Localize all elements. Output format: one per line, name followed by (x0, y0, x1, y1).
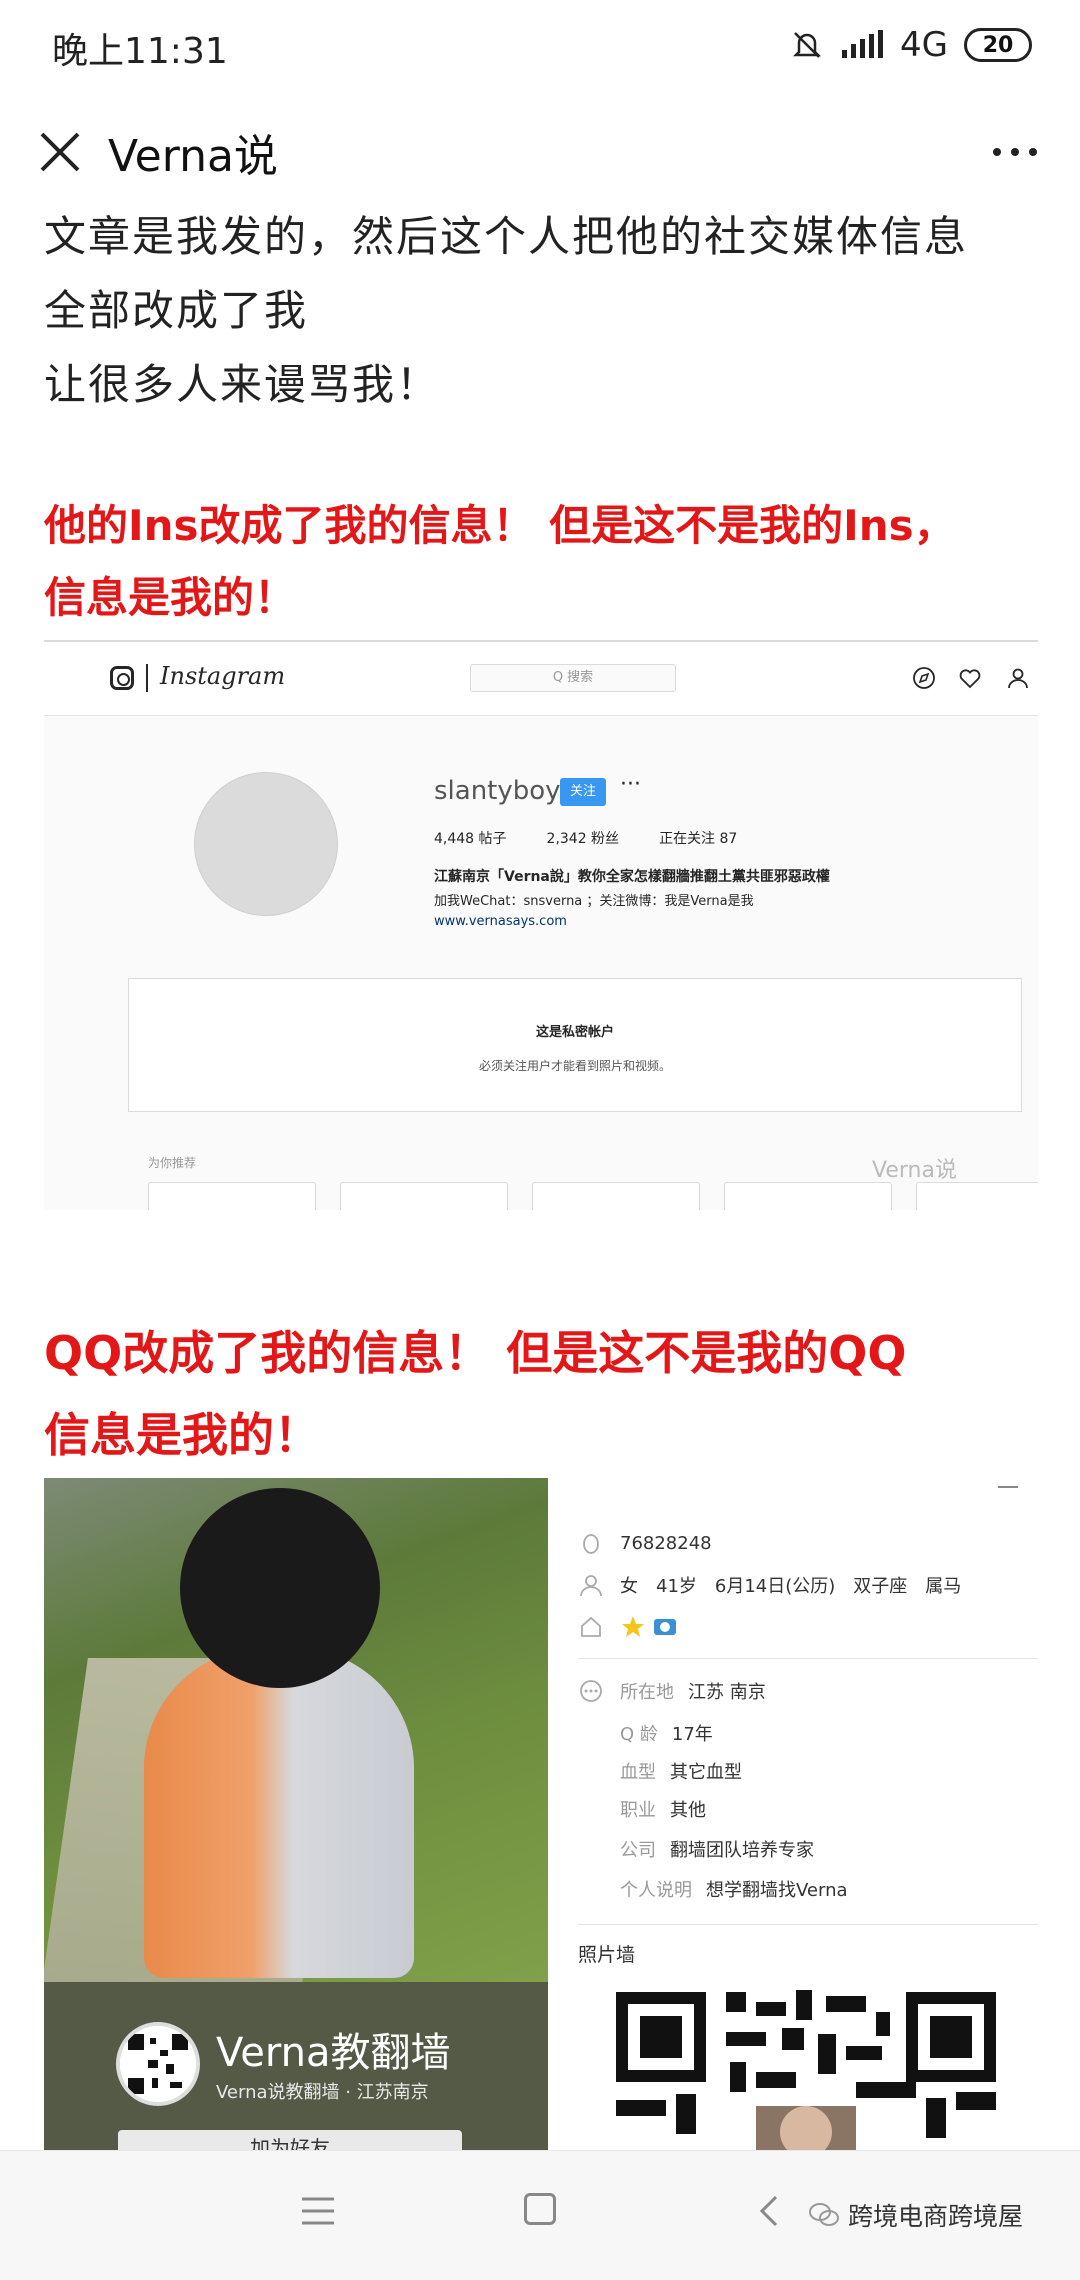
ig-more-icon: ··· (620, 772, 641, 797)
qq-heading-line: QQ改成了我的信息！ 但是这不是我的QQ (44, 1326, 907, 1380)
article-paragraph-line: 文章是我发的，然后这个人把他的社交媒体信息 (44, 212, 969, 261)
ig-suggest-label: 为你推荐 (148, 1156, 197, 1170)
job-value: 其他 (670, 1800, 706, 1821)
house-icon (581, 1616, 601, 1637)
ig-followers-count: 2,342 粉丝 (546, 831, 620, 847)
ig-username: slantyboy (434, 776, 561, 806)
qq-heading-line: 信息是我的！ (44, 1408, 320, 1462)
minimize-icon (998, 1486, 1018, 1488)
profile-icon (1008, 668, 1028, 689)
photo-wall-label: 照片墙 (578, 1944, 636, 1966)
status-icons: 4G 20 (790, 22, 1032, 68)
photo-child-head (180, 1488, 380, 1688)
add-friend-button: 加为好友 (118, 2130, 462, 2150)
system-nav-bar: 跨境电商跨境屋 (0, 2150, 1080, 2280)
qq-blood-row: 血型 其它血型 (620, 1758, 742, 1784)
more-icon[interactable] (980, 122, 1050, 182)
ig-logo-divider (146, 664, 148, 692)
ig-website-link: www.vernasays.com (434, 914, 567, 929)
desc-value: 想学翻墙找Verna (706, 1880, 848, 1901)
camera-badge-icon (654, 1619, 676, 1635)
ig-stats: 4,448 帖子 2,342 粉丝 正在关注 87 (434, 828, 737, 848)
ig-bio-text: 加我WeChat：snsverna ；关注微博：我是Verna是我 (434, 894, 754, 909)
blood-value: 其它血型 (670, 1762, 742, 1783)
ig-suggest-card (148, 1182, 316, 1210)
qq-basic-info: 女 41岁 6月14日(公历) 双子座 属马 (620, 1576, 962, 1597)
qq-desc-row: 个人说明 想学翻墙找Verna (620, 1876, 848, 1902)
ig-bio-name: 江蘇南京「Verna說」教你全家怎樣翻牆推翻土黨共匪邪惡政權 (434, 869, 830, 885)
job-label: 职业 (620, 1800, 656, 1821)
qq-company-row: 公司 翻墙团队培养专家 (620, 1836, 814, 1862)
ig-avatar (194, 772, 338, 916)
ig-watermark: Verna说 (872, 1158, 957, 1183)
qr-code-avatar (116, 2022, 200, 2106)
status-time: 晚上11:31 (52, 31, 228, 72)
close-icon[interactable] (30, 122, 90, 182)
ig-suggest-card (724, 1182, 892, 1210)
company-label: 公司 (620, 1840, 656, 1861)
qq-number-row: 76828248 (578, 1530, 712, 1556)
qq-cover-photo (44, 1478, 548, 1982)
title-bar: Verna说 (0, 92, 1080, 212)
qq-job-row: 职业 其他 (620, 1796, 706, 1822)
ig-following-count: 正在关注 87 (659, 831, 738, 847)
qq-profile-card: Verna教翻墙 Verna说教翻墙 · 江苏南京 加为好友 (44, 1982, 548, 2150)
qq-card-name: Verna教翻墙 (216, 2030, 451, 2076)
signal-icon (842, 30, 884, 58)
blood-label: 血型 (620, 1762, 656, 1783)
ig-header: Instagram Q 搜索 (44, 642, 1038, 716)
qq-card-subtitle: Verna说教翻墙 · 江苏南京 (216, 2082, 429, 2103)
qq-location-row: 所在地 江苏 南京 (578, 1678, 766, 1704)
ig-suggest-card (340, 1182, 508, 1210)
ig-private-notice: 这是私密帐户 必须关注用户才能看到照片和视频。 (128, 978, 1022, 1112)
wechat-icon (809, 2203, 839, 2226)
page-title: Verna说 (108, 131, 278, 182)
ins-heading-line: 信息是我的！ (44, 573, 297, 622)
ig-search-input: Q 搜索 (470, 664, 676, 692)
divider (578, 1924, 1038, 1925)
heart-icon (959, 669, 981, 689)
photo-wall-qr-code (606, 1982, 1006, 2150)
penguin-icon (583, 1534, 599, 1554)
qq-badges-row (578, 1614, 678, 1640)
qq-age-row: Q 龄 17年 (620, 1720, 713, 1746)
more-circle-icon (580, 1680, 602, 1702)
compass-icon (913, 667, 935, 689)
divider (578, 1658, 1038, 1659)
ig-private-subtitle: 必须关注用户才能看到照片和视频。 (478, 1059, 671, 1073)
network-type: 4G (900, 25, 948, 65)
qq-number: 76828248 (620, 1532, 712, 1554)
article-paragraph-line: 让很多人来谩骂我！ (44, 360, 441, 409)
article-paragraph-line: 全部改成了我 (44, 286, 309, 335)
ig-wordmark: Instagram (160, 662, 286, 690)
instagram-screenshot[interactable]: Instagram Q 搜索 slantyboy 关注 ··· 4,448 帖子… (44, 640, 1038, 1210)
location-value: 江苏 南京 (688, 1682, 766, 1703)
ig-suggest-card (532, 1182, 700, 1210)
battery-icon: 20 (964, 28, 1032, 62)
location-label: 所在地 (620, 1682, 674, 1703)
company-value: 翻墙团队培养专家 (670, 1840, 814, 1861)
qage-label: Q 龄 (620, 1724, 658, 1745)
footer-watermark-text: 跨境电商跨境屋 (848, 2202, 1024, 2231)
ig-posts-count: 4,448 帖子 (434, 831, 507, 847)
instagram-camera-icon (110, 666, 134, 690)
qq-basic-row: 女 41岁 6月14日(公历) 双子座 属马 (578, 1572, 961, 1598)
person-icon (580, 1575, 602, 1597)
back-icon[interactable] (754, 2193, 784, 2229)
menu-icon[interactable] (300, 2195, 336, 2227)
ig-private-title: 这是私密帐户 (535, 1025, 614, 1040)
photo-child-body (144, 1648, 414, 1978)
qage-value: 17年 (671, 1724, 713, 1745)
status-bar: 晚上11:31 4G 20 (0, 0, 1080, 92)
ig-suggest-card (916, 1182, 1038, 1210)
mute-bell-icon (792, 32, 822, 58)
desc-label: 个人说明 (620, 1880, 692, 1901)
qq-screenshot[interactable]: Verna教翻墙 Verna说教翻墙 · 江苏南京 加为好友 76828248 … (44, 1478, 1038, 2150)
home-icon[interactable] (524, 2193, 556, 2225)
star-icon (622, 1616, 644, 1637)
qq-info-panel: 76828248 女 41岁 6月14日(公历) 双子座 属马 所在地 江苏 南… (578, 1478, 1038, 2150)
ig-follow-button: 关注 (560, 778, 606, 806)
ins-heading-line: 他的Ins改成了我的信息！ 但是这不是我的Ins， (44, 501, 956, 550)
footer-watermark: 跨境电商跨境屋 (808, 2197, 1023, 2233)
